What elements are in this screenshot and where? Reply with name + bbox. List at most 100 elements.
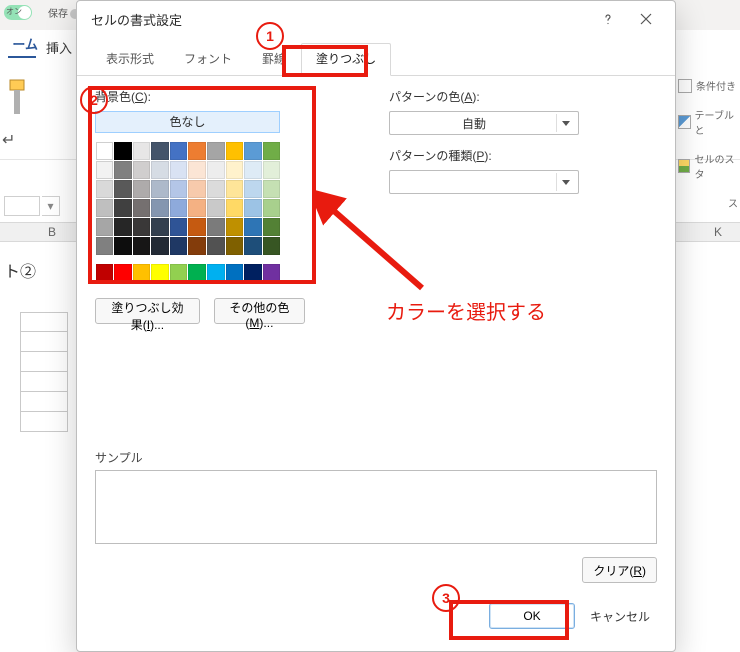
arrow-icon: ↵ [2, 130, 15, 150]
name-box [4, 196, 40, 216]
color-swatch[interactable] [96, 237, 114, 255]
more-colors-button[interactable]: その他の色(M)... [214, 298, 305, 324]
color-swatch[interactable] [114, 218, 132, 236]
format-cells-dialog: セルの書式設定 表示形式 フォント 罫線 塗りつぶし 背景色(C): 色なし [76, 0, 676, 652]
color-swatch[interactable] [133, 218, 151, 236]
color-swatch[interactable] [114, 264, 132, 282]
sample-preview [95, 470, 657, 544]
no-color-button[interactable]: 色なし [95, 111, 280, 133]
color-swatch[interactable] [244, 180, 262, 198]
color-swatch[interactable] [151, 142, 169, 160]
chevron-down-icon [556, 173, 574, 191]
color-swatch[interactable] [244, 264, 262, 282]
color-swatch[interactable] [226, 218, 244, 236]
color-swatch[interactable] [114, 180, 132, 198]
color-swatch[interactable] [133, 142, 151, 160]
background-color-label: 背景色(C): [95, 88, 305, 105]
ok-button[interactable]: OK [489, 603, 575, 629]
color-swatch[interactable] [244, 218, 262, 236]
color-swatch[interactable] [188, 142, 206, 160]
cancel-button[interactable]: キャンセル [583, 603, 657, 629]
color-swatch[interactable] [244, 142, 262, 160]
color-swatch[interactable] [114, 142, 132, 160]
color-swatch[interactable] [170, 264, 188, 282]
color-swatch[interactable] [170, 218, 188, 236]
close-button[interactable] [627, 4, 665, 34]
color-swatch[interactable] [151, 199, 169, 217]
color-swatch[interactable] [170, 180, 188, 198]
color-swatch[interactable] [263, 218, 281, 236]
color-swatch[interactable] [133, 161, 151, 179]
color-swatch[interactable] [133, 237, 151, 255]
color-swatch[interactable] [96, 199, 114, 217]
color-swatch[interactable] [207, 218, 225, 236]
color-swatch[interactable] [114, 199, 132, 217]
color-swatch[interactable] [263, 237, 281, 255]
color-swatch[interactable] [226, 199, 244, 217]
tab-number[interactable]: 表示形式 [91, 43, 169, 76]
color-swatch[interactable] [263, 199, 281, 217]
pattern-color-select[interactable]: 自動 [389, 111, 579, 135]
color-swatch[interactable] [170, 237, 188, 255]
pattern-type-select[interactable] [389, 170, 579, 194]
color-swatch[interactable] [244, 199, 262, 217]
fill-effects-button[interactable]: 塗りつぶし効果(I)... [95, 298, 200, 324]
color-swatch[interactable] [151, 264, 169, 282]
color-swatch[interactable] [188, 161, 206, 179]
color-swatch[interactable] [207, 264, 225, 282]
column-header-k: K [714, 225, 722, 239]
color-swatch[interactable] [188, 237, 206, 255]
color-swatch[interactable] [114, 237, 132, 255]
ribbon-tab-insert: 挿入 [46, 38, 72, 57]
color-swatch[interactable] [114, 161, 132, 179]
color-swatch[interactable] [151, 180, 169, 198]
color-swatch[interactable] [188, 180, 206, 198]
tab-border[interactable]: 罫線 [247, 43, 301, 76]
color-swatch[interactable] [133, 199, 151, 217]
color-swatch[interactable] [96, 218, 114, 236]
format-painter-icon [8, 78, 28, 123]
color-swatch[interactable] [133, 180, 151, 198]
autosave-label: オン [6, 6, 22, 17]
color-swatch[interactable] [151, 218, 169, 236]
help-button[interactable] [589, 4, 627, 34]
color-swatch[interactable] [170, 142, 188, 160]
color-swatch[interactable] [96, 180, 114, 198]
color-swatch[interactable] [263, 161, 281, 179]
color-swatch[interactable] [96, 142, 114, 160]
color-swatch[interactable] [188, 264, 206, 282]
color-swatch[interactable] [207, 161, 225, 179]
pattern-color-label: パターンの色(A): [389, 88, 657, 105]
color-swatch[interactable] [96, 264, 114, 282]
color-swatch[interactable] [226, 161, 244, 179]
color-swatch[interactable] [263, 142, 281, 160]
tab-fill[interactable]: 塗りつぶし [301, 43, 391, 76]
tab-font[interactable]: フォント [169, 43, 247, 76]
color-swatch[interactable] [207, 180, 225, 198]
color-swatch[interactable] [188, 199, 206, 217]
dialog-title: セルの書式設定 [91, 10, 182, 29]
color-swatch[interactable] [226, 180, 244, 198]
color-swatch[interactable] [226, 142, 244, 160]
clear-button[interactable]: クリア(R) [582, 557, 657, 583]
color-swatch[interactable] [96, 161, 114, 179]
color-swatch[interactable] [188, 218, 206, 236]
color-swatch[interactable] [244, 237, 262, 255]
color-swatch[interactable] [170, 161, 188, 179]
pattern-color-value: 自動 [398, 115, 550, 132]
color-swatch[interactable] [170, 199, 188, 217]
color-swatch[interactable] [263, 264, 281, 282]
color-swatch[interactable] [263, 180, 281, 198]
color-swatch[interactable] [226, 237, 244, 255]
color-swatch[interactable] [151, 237, 169, 255]
color-swatch[interactable] [151, 161, 169, 179]
color-swatch[interactable] [207, 237, 225, 255]
color-swatch[interactable] [133, 264, 151, 282]
color-swatch[interactable] [207, 199, 225, 217]
column-header-b: B [48, 225, 56, 239]
color-swatch[interactable] [207, 142, 225, 160]
pattern-type-label: パターンの種類(P): [389, 147, 657, 164]
color-swatch[interactable] [226, 264, 244, 282]
color-swatch[interactable] [244, 161, 262, 179]
cell-text: ト② [4, 258, 36, 282]
